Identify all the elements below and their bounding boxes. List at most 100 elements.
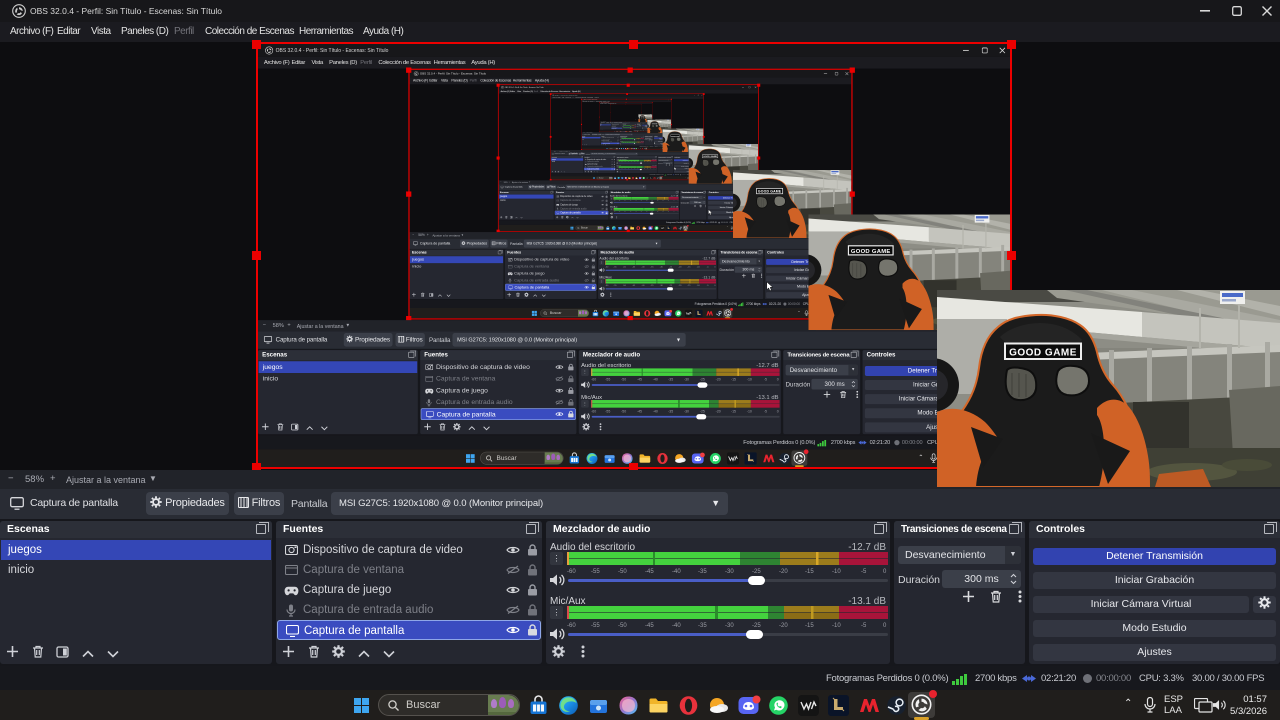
svg-text:-5: -5 <box>707 267 710 268</box>
svg-text:-20: -20 <box>678 267 682 268</box>
svg-text:-45: -45 <box>632 267 636 268</box>
svg-text:-20: -20 <box>779 569 788 574</box>
svg-text:GOOD GAME: GOOD GAME <box>703 155 717 158</box>
svg-text:-60: -60 <box>567 623 576 628</box>
svg-text:-15: -15 <box>662 200 664 201</box>
svg-text:-55: -55 <box>614 267 618 268</box>
svg-text:-45: -45 <box>645 623 654 628</box>
svg-text:-5: -5 <box>861 623 867 628</box>
svg-text:-30: -30 <box>725 623 734 628</box>
svg-text:-45: -45 <box>629 211 631 212</box>
svg-text:-5: -5 <box>707 285 710 286</box>
svg-text:-30: -30 <box>646 211 648 212</box>
svg-text:-20: -20 <box>657 211 659 212</box>
svg-text:-40: -40 <box>642 285 646 286</box>
svg-text:-60: -60 <box>614 211 616 212</box>
svg-text:-40: -40 <box>635 211 637 212</box>
svg-text:-30: -30 <box>684 409 689 413</box>
svg-text:-5: -5 <box>764 409 767 413</box>
svg-text:-40: -40 <box>635 200 637 201</box>
svg-text:-35: -35 <box>698 623 707 628</box>
svg-text:-10: -10 <box>667 200 669 201</box>
svg-text:-30: -30 <box>725 569 734 574</box>
svg-text:-55: -55 <box>614 285 618 286</box>
svg-text:GOOD GAME: GOOD GAME <box>758 190 782 194</box>
svg-text:-35: -35 <box>698 569 707 574</box>
svg-text:0: 0 <box>883 569 887 574</box>
svg-text:-5: -5 <box>673 211 674 212</box>
svg-text:-5: -5 <box>861 569 867 574</box>
svg-text:-10: -10 <box>697 285 701 286</box>
svg-text:-10: -10 <box>747 378 752 382</box>
svg-text:0: 0 <box>678 211 679 212</box>
svg-text:-50: -50 <box>623 267 627 268</box>
svg-text:GOOD GAME: GOOD GAME <box>851 249 891 255</box>
svg-text:-10: -10 <box>667 211 669 212</box>
svg-text:-35: -35 <box>640 200 642 201</box>
svg-text:0: 0 <box>777 378 779 382</box>
svg-text:-30: -30 <box>660 267 664 268</box>
svg-text:-40: -40 <box>653 409 658 413</box>
svg-text:-15: -15 <box>805 623 814 628</box>
svg-text:0: 0 <box>714 285 716 286</box>
svg-text:-60: -60 <box>591 409 596 413</box>
svg-text:-15: -15 <box>731 409 736 413</box>
svg-text:-50: -50 <box>621 409 626 413</box>
svg-text:-55: -55 <box>605 378 610 382</box>
svg-text:-60: -60 <box>591 378 596 382</box>
svg-text:-15: -15 <box>662 211 664 212</box>
svg-text:-10: -10 <box>747 409 752 413</box>
svg-text:0: 0 <box>883 623 887 628</box>
svg-text:-5: -5 <box>673 200 674 201</box>
svg-text:-50: -50 <box>624 200 626 201</box>
svg-text:GOOD GAME: GOOD GAME <box>1009 348 1077 359</box>
svg-text:-15: -15 <box>731 378 736 382</box>
svg-text:-15: -15 <box>687 267 691 268</box>
svg-text:-55: -55 <box>618 200 620 201</box>
svg-text:-20: -20 <box>678 285 682 286</box>
svg-text:-15: -15 <box>805 569 814 574</box>
svg-text:-60: -60 <box>567 569 576 574</box>
svg-text:-35: -35 <box>650 267 654 268</box>
svg-text:-25: -25 <box>700 409 705 413</box>
svg-text:-30: -30 <box>684 378 689 382</box>
svg-text:-45: -45 <box>637 409 642 413</box>
svg-text:-10: -10 <box>832 623 841 628</box>
svg-text:-25: -25 <box>700 378 705 382</box>
svg-text:-40: -40 <box>642 267 646 268</box>
svg-text:-35: -35 <box>668 409 673 413</box>
svg-text:-35: -35 <box>668 378 673 382</box>
svg-text:-50: -50 <box>621 378 626 382</box>
svg-text:-55: -55 <box>591 569 600 574</box>
svg-text:-55: -55 <box>605 409 610 413</box>
svg-text:-20: -20 <box>716 378 721 382</box>
svg-text:-40: -40 <box>653 378 658 382</box>
svg-text:-30: -30 <box>660 285 664 286</box>
svg-text:-25: -25 <box>752 569 761 574</box>
svg-text:-50: -50 <box>623 285 627 286</box>
svg-text:-50: -50 <box>618 569 627 574</box>
svg-text:-10: -10 <box>697 267 701 268</box>
svg-text:0: 0 <box>777 409 779 413</box>
svg-text:0: 0 <box>678 200 679 201</box>
svg-text:-15: -15 <box>687 285 691 286</box>
svg-text:-5: -5 <box>764 378 767 382</box>
svg-text:-35: -35 <box>650 285 654 286</box>
svg-text:-45: -45 <box>645 569 654 574</box>
svg-text:-20: -20 <box>657 200 659 201</box>
svg-text:-60: -60 <box>614 200 616 201</box>
svg-text:-45: -45 <box>637 378 642 382</box>
svg-text:-40: -40 <box>672 569 681 574</box>
svg-text:-50: -50 <box>618 623 627 628</box>
svg-text:-10: -10 <box>832 569 841 574</box>
svg-text:0: 0 <box>714 267 716 268</box>
svg-text:-25: -25 <box>752 623 761 628</box>
svg-text:-60: -60 <box>605 267 609 268</box>
svg-text:-55: -55 <box>618 211 620 212</box>
svg-text:-60: -60 <box>605 285 609 286</box>
svg-text:-45: -45 <box>629 200 631 201</box>
svg-text:-20: -20 <box>716 409 721 413</box>
svg-text:-20: -20 <box>779 623 788 628</box>
svg-text:-45: -45 <box>632 285 636 286</box>
svg-text:-50: -50 <box>624 211 626 212</box>
